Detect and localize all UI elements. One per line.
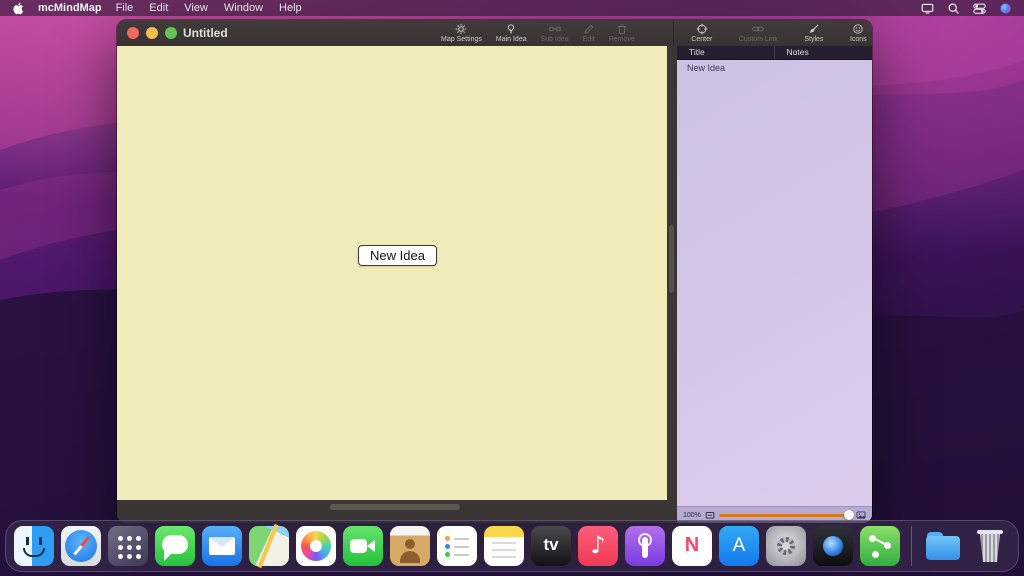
dock-trash-icon[interactable] xyxy=(970,526,1010,566)
toolbar-sub-idea-button: Sub Idea xyxy=(539,20,571,47)
toolbar-remove-button: Remove xyxy=(607,20,637,47)
dock-facetime-icon[interactable] xyxy=(343,526,383,566)
dock-reminders-icon[interactable] xyxy=(437,526,477,566)
dock-appstore-icon[interactable] xyxy=(719,526,759,566)
dock-drive-icon[interactable] xyxy=(813,526,853,566)
toolbar-label: Custom Link xyxy=(739,35,778,44)
image-icon[interactable] xyxy=(856,510,866,520)
toolbar-label: Styles xyxy=(804,35,823,44)
dock-contacts-icon[interactable] xyxy=(390,526,430,566)
toolbar-center-button[interactable]: Center xyxy=(689,20,714,47)
toolbar-label: Map Settings xyxy=(441,35,482,44)
gear-icon xyxy=(455,23,467,35)
dock-notes-icon[interactable] xyxy=(484,526,524,566)
toolbar-label: Edit xyxy=(583,35,595,44)
dock-messages-icon[interactable] xyxy=(155,526,195,566)
dock-folder-icon[interactable] xyxy=(923,526,963,566)
toolbar-label: Center xyxy=(691,35,712,44)
window-title: Untitled xyxy=(183,20,228,46)
pencil-icon xyxy=(583,23,595,35)
menu-item-window[interactable]: Window xyxy=(224,2,263,14)
column-header-title[interactable]: Title xyxy=(677,46,775,59)
sub-idea-icon xyxy=(549,23,561,35)
minimize-button[interactable] xyxy=(146,27,158,39)
horizontal-scrollbar[interactable] xyxy=(330,504,460,510)
menu-status-icons xyxy=(921,2,1012,15)
scrollbar-gutter xyxy=(667,46,677,523)
dock-news-icon[interactable] xyxy=(672,526,712,566)
display-icon[interactable] xyxy=(921,2,934,15)
menu-item-file[interactable]: File xyxy=(116,2,134,14)
toolbar-icons-button[interactable]: Icons xyxy=(848,20,869,47)
lightbulb-icon xyxy=(505,23,517,35)
row-title: New Idea xyxy=(677,63,775,73)
traffic-lights xyxy=(127,27,177,39)
mindmap-canvas[interactable]: New Idea xyxy=(117,46,667,500)
dock-settings-icon[interactable] xyxy=(766,526,806,566)
center-icon xyxy=(696,23,708,35)
sidebar-rows: New Idea xyxy=(677,60,872,506)
dock-launchpad-icon[interactable] xyxy=(108,526,148,566)
sidebar-header: Title Notes xyxy=(677,46,872,60)
column-header-notes[interactable]: Notes xyxy=(775,46,873,59)
dock xyxy=(5,520,1019,572)
toolbar-left-group: Map Settings Main Idea Sub Idea Edit Remove xyxy=(439,20,637,46)
dock-podcasts-icon[interactable] xyxy=(625,526,665,566)
menu-bar: mcMindMap File Edit View Window Help xyxy=(0,0,1024,16)
menu-item-edit[interactable]: Edit xyxy=(149,2,168,14)
app-window: Untitled Map Settings Main Idea Sub Idea Ed… xyxy=(117,20,872,523)
menu-item-view[interactable]: View xyxy=(184,2,208,14)
vertical-scrollbar[interactable] xyxy=(669,225,674,293)
smiley-icon xyxy=(852,23,864,35)
toolbar-map-settings-button[interactable]: Map Settings xyxy=(439,20,484,47)
dock-mindmap-icon[interactable] xyxy=(860,526,900,566)
zoom-level: 100% xyxy=(683,512,701,519)
toolbar-right-group: Center Custom Link Styles Icons xyxy=(673,20,872,46)
menu-items: File Edit View Window Help xyxy=(116,2,302,14)
sidebar-row[interactable]: New Idea xyxy=(677,60,872,75)
window-titlebar[interactable]: Untitled Map Settings Main Idea Sub Idea Ed… xyxy=(117,20,872,47)
dock-safari-icon[interactable] xyxy=(61,526,101,566)
toolbar-label: Icons xyxy=(850,35,867,44)
dock-music-icon[interactable] xyxy=(578,526,618,566)
toolbar-label: Remove xyxy=(609,35,635,44)
toolbar-edit-button: Edit xyxy=(581,20,597,47)
zoom-slider[interactable] xyxy=(719,514,852,517)
control-center-icon[interactable] xyxy=(973,2,986,15)
dock-photos-icon[interactable] xyxy=(296,526,336,566)
zoom-slider-knob[interactable] xyxy=(844,510,854,520)
siri-icon[interactable] xyxy=(999,2,1012,15)
toolbar-label: Main Idea xyxy=(496,35,527,44)
dock-tv-icon[interactable] xyxy=(531,526,571,566)
menu-item-help[interactable]: Help xyxy=(279,2,302,14)
trash-icon xyxy=(616,23,628,35)
toolbar-main-idea-button[interactable]: Main Idea xyxy=(494,20,529,47)
active-app-menu[interactable]: mcMindMap xyxy=(38,2,102,14)
dock-items xyxy=(14,526,1010,566)
toolbar-custom-link-button: Custom Link xyxy=(737,20,780,47)
dock-separator xyxy=(911,526,912,566)
apple-menu-icon[interactable] xyxy=(12,2,24,15)
notes-sidebar: Title Notes New Idea 100% xyxy=(677,46,872,523)
canvas-column: New Idea xyxy=(117,46,667,523)
dock-maps-icon[interactable] xyxy=(249,526,289,566)
link-icon xyxy=(752,23,764,35)
toolbar-label: Sub Idea xyxy=(541,35,569,44)
zoom-button[interactable] xyxy=(165,27,177,39)
dock-mail-icon[interactable] xyxy=(202,526,242,566)
search-icon[interactable] xyxy=(947,2,960,15)
mindmap-node[interactable]: New Idea xyxy=(358,245,437,266)
zoom-fit-icon[interactable] xyxy=(705,510,715,520)
brush-icon xyxy=(808,23,820,35)
toolbar-styles-button[interactable]: Styles xyxy=(802,20,825,47)
dock-finder-icon[interactable] xyxy=(14,526,54,566)
window-content: New Idea Title Notes New Idea 100% xyxy=(117,46,872,523)
close-button[interactable] xyxy=(127,27,139,39)
